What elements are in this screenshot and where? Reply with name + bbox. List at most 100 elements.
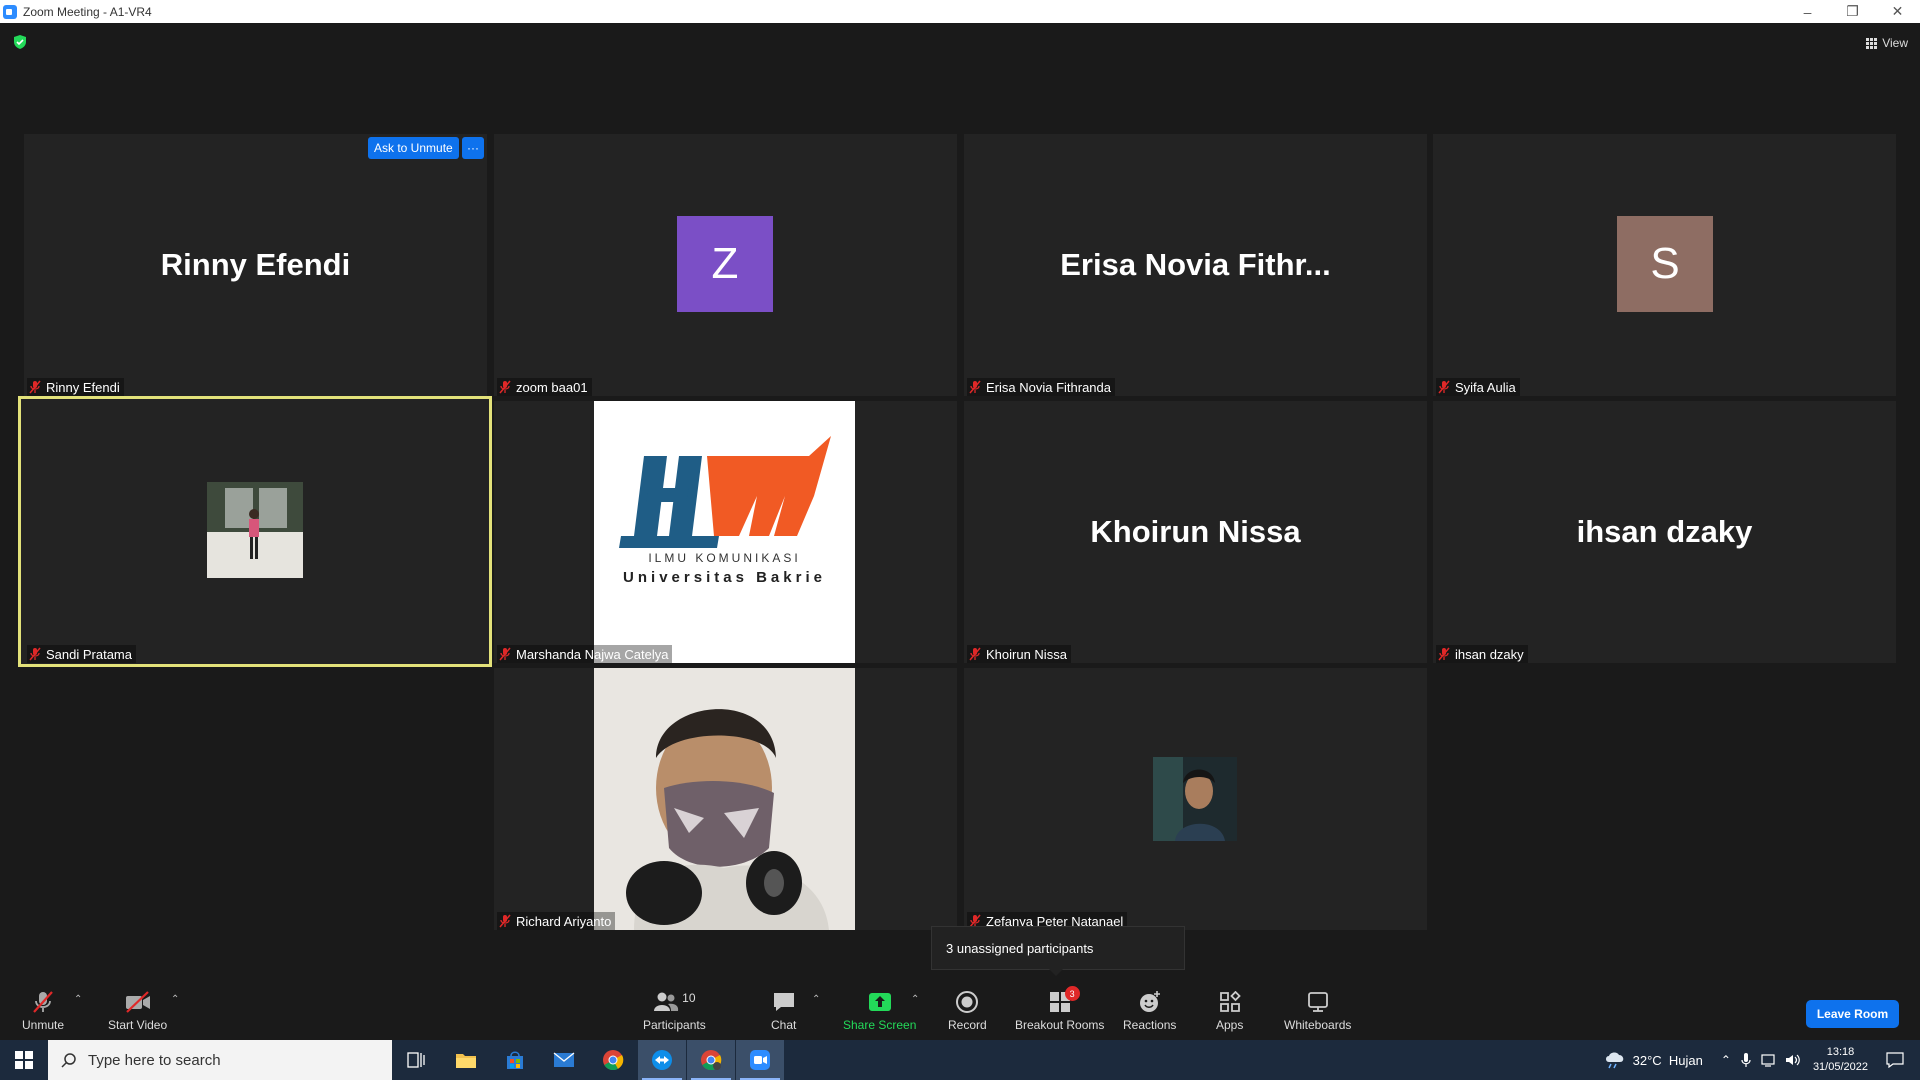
encryption-shield-icon[interactable] — [13, 35, 27, 49]
unassigned-participants-tooltip: 3 unassigned participants — [931, 926, 1185, 976]
close-button[interactable]: ✕ — [1875, 0, 1920, 23]
participant-name-label: Erisa Novia Fithranda — [967, 378, 1115, 396]
weather-rain-icon[interactable] — [1603, 1050, 1627, 1070]
video-off-icon — [125, 991, 150, 1013]
video-options-caret-icon[interactable]: ⌃ — [171, 994, 179, 1005]
participant-name: ihsan dzaky — [1455, 646, 1524, 662]
network-icon[interactable] — [1761, 1053, 1777, 1067]
unmute-button[interactable]: Unmute — [22, 990, 64, 1032]
participant-video — [207, 482, 303, 578]
notifications-icon[interactable] — [1886, 1052, 1904, 1068]
breakout-rooms-button[interactable]: 3 Breakout Rooms — [1015, 986, 1104, 1032]
video-tile[interactable]: ILMU KOMUNIKASI Universitas Bakrie Marsh… — [494, 401, 957, 663]
logo-line-1: ILMU KOMUNIKASI — [648, 551, 801, 565]
participant-name: zoom baa01 — [516, 379, 588, 395]
record-label: Record — [948, 1018, 987, 1032]
chrome-profile-taskbar-button[interactable] — [687, 1040, 735, 1080]
record-button[interactable]: Record — [948, 990, 987, 1032]
windows-taskbar: Type here to search 32°C Hujan ⌃ 13:18 3… — [0, 1040, 1920, 1080]
participant-video — [594, 668, 855, 930]
window-controls: – ❐ ✕ — [1785, 0, 1920, 23]
show-hidden-icons-chevron-icon[interactable]: ⌃ — [1721, 1053, 1731, 1067]
participant-name-label: Marshanda Najwa Catelya — [497, 645, 673, 663]
share-screen-icon — [868, 993, 891, 1011]
participant-name: Rinny Efendi — [46, 379, 120, 395]
video-tile[interactable]: ihsan dzaky ihsan dzaky — [1433, 401, 1896, 663]
share-screen-button[interactable]: Share Screen — [843, 990, 916, 1032]
chrome-taskbar-button[interactable] — [589, 1040, 637, 1080]
muted-mic-icon — [29, 647, 41, 661]
start-button[interactable] — [0, 1040, 48, 1080]
chat-button[interactable]: Chat — [771, 990, 796, 1032]
hm-logo-icon — [619, 436, 831, 548]
weather-text[interactable]: 32°C Hujan — [1633, 1053, 1703, 1068]
chat-options-caret-icon[interactable]: ⌃ — [812, 994, 820, 1005]
video-tile[interactable]: S Syifa Aulia — [1433, 134, 1896, 396]
grid-view-icon — [1866, 37, 1878, 49]
share-options-caret-icon[interactable]: ⌃ — [911, 994, 919, 1005]
participants-count: 10 — [682, 991, 696, 1005]
zoom-icon — [750, 1050, 770, 1070]
video-tile[interactable]: Rinny Efendi Rinny Efendi — [24, 134, 487, 396]
muted-mic-icon — [1438, 380, 1450, 394]
participant-name-label: Rinny Efendi — [27, 378, 124, 396]
breakout-rooms-badge: 3 — [1064, 986, 1080, 1001]
clock-time: 13:18 — [1826, 1046, 1855, 1058]
participant-avatar: Z — [677, 216, 773, 312]
audio-options-caret-icon[interactable]: ⌃ — [74, 994, 82, 1005]
participant-name: Marshanda Najwa Catelya — [516, 646, 669, 662]
search-placeholder: Type here to search — [88, 1051, 221, 1069]
task-view-button[interactable] — [392, 1040, 440, 1080]
apps-label: Apps — [1216, 1018, 1244, 1032]
start-video-button[interactable]: Start Video — [108, 990, 167, 1032]
view-label: View — [1882, 36, 1908, 50]
store-icon — [507, 1051, 523, 1069]
video-tile[interactable]: Zefanya Peter Natanael — [964, 668, 1427, 930]
minimize-button[interactable]: – — [1785, 0, 1830, 23]
video-tile[interactable]: Erisa Novia Fithr... Erisa Novia Fithran… — [964, 134, 1427, 396]
leave-room-button[interactable]: Leave Room — [1806, 1000, 1899, 1028]
participant-name-label: Sandi Pratama — [27, 645, 136, 663]
file-explorer-taskbar-button[interactable] — [442, 1040, 490, 1080]
video-tile[interactable]: Z zoom baa01 — [494, 134, 957, 396]
clock-date: 31/05/2022 — [1812, 1061, 1868, 1073]
mail-taskbar-button[interactable] — [540, 1040, 588, 1080]
chat-label: Chat — [771, 1018, 797, 1032]
window-title: Zoom Meeting - A1-VR4 — [23, 4, 152, 19]
participant-name: Richard Ariyanto — [516, 913, 612, 929]
whiteboards-icon — [1307, 992, 1328, 1012]
system-tray: 32°C Hujan ⌃ 13:18 31/05/2022 — [1603, 1040, 1920, 1080]
teamviewer-taskbar-button[interactable] — [638, 1040, 686, 1080]
volume-icon[interactable] — [1785, 1053, 1801, 1067]
window-title-bar: Zoom Meeting - A1-VR4 – ❐ ✕ — [0, 0, 1920, 23]
clock[interactable]: 13:18 31/05/2022 — [1813, 1045, 1868, 1075]
participant-video-logo: ILMU KOMUNIKASI Universitas Bakrie — [594, 401, 855, 663]
microphone-icon[interactable] — [1741, 1052, 1751, 1068]
store-taskbar-button[interactable] — [491, 1040, 539, 1080]
participant-video — [1153, 757, 1237, 841]
participants-button[interactable]: 10 Participants — [643, 990, 706, 1032]
participant-name-label: Syifa Aulia — [1436, 378, 1520, 396]
share-screen-label: Share Screen — [843, 1018, 917, 1032]
restore-button[interactable]: ❐ — [1830, 0, 1875, 23]
taskbar-search-box[interactable]: Type here to search — [48, 1040, 392, 1080]
whiteboards-button[interactable]: Whiteboards — [1284, 990, 1351, 1032]
reactions-icon — [1139, 991, 1160, 1012]
ask-to-unmute-button[interactable]: Ask to Unmute — [368, 137, 459, 159]
video-tile[interactable]: Richard Ariyanto — [494, 668, 957, 930]
apps-button[interactable]: Apps — [1216, 990, 1243, 1032]
muted-mic-icon — [499, 380, 511, 394]
reactions-button[interactable]: Reactions — [1123, 990, 1176, 1032]
zoom-taskbar-button[interactable] — [736, 1040, 784, 1080]
video-tile-active-speaker[interactable]: Sandi Pratama — [18, 396, 492, 667]
chrome-profile-icon — [701, 1050, 722, 1071]
start-video-label: Start Video — [108, 1018, 168, 1032]
logo-line-2: Universitas Bakrie — [623, 569, 826, 586]
participant-display-name: Erisa Novia Fithr... — [1060, 247, 1331, 282]
participant-name: Syifa Aulia — [1455, 379, 1516, 395]
video-tile[interactable]: Khoirun Nissa Khoirun Nissa — [964, 401, 1427, 663]
task-view-icon — [407, 1052, 425, 1068]
view-button[interactable]: View — [1866, 34, 1908, 52]
participant-name: Sandi Pratama — [46, 646, 132, 662]
more-options-button[interactable]: ··· — [462, 137, 484, 159]
